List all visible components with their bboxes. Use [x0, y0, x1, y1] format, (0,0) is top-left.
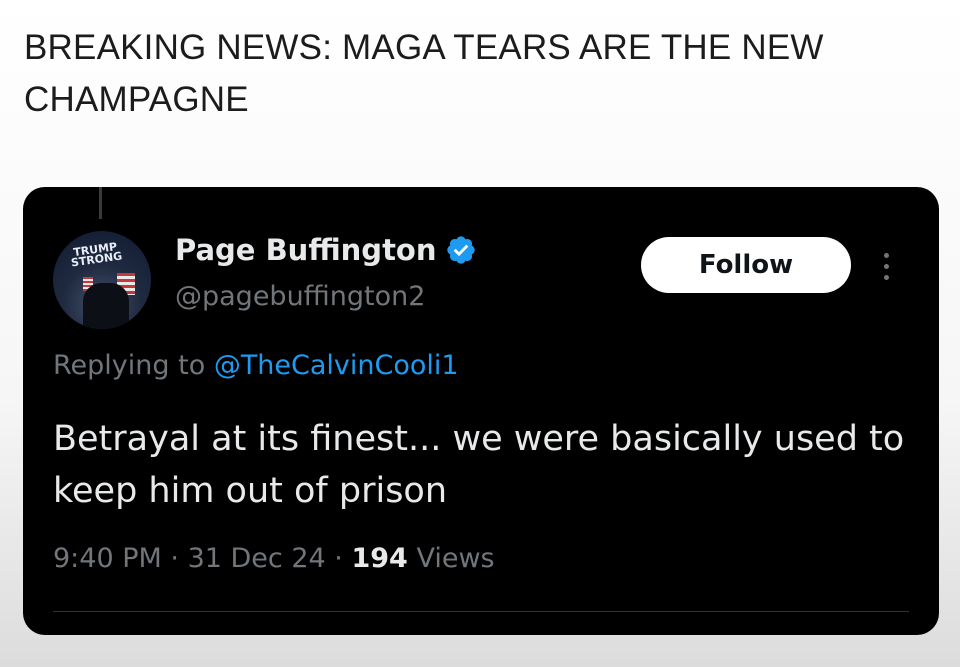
verified-badge-icon	[446, 236, 475, 264]
tweet-card: TRUMP STRONG Page Buffington @pagebuffin…	[23, 187, 939, 635]
replying-to-prefix: Replying to	[53, 350, 206, 381]
tweet-date[interactable]: 31 Dec 24	[188, 543, 326, 574]
views-count: 194	[351, 543, 408, 574]
meta-separator: ·	[170, 543, 179, 574]
thread-connector-line	[99, 187, 102, 219]
tweet-body: Betrayal at its finest... we were basica…	[53, 419, 905, 511]
more-options-icon[interactable]	[881, 253, 891, 283]
views-label: Views	[416, 543, 495, 574]
avatar-figure	[83, 283, 129, 329]
tweet-metadata: 9:40 PM · 31 Dec 24 · 194 Views	[53, 543, 495, 574]
tweet-time[interactable]: 9:40 PM	[53, 543, 162, 574]
follow-button[interactable]: Follow	[641, 237, 851, 293]
display-name[interactable]: Page Buffington	[175, 233, 437, 267]
avatar-badge-text: TRUMP STRONG	[70, 240, 124, 270]
meta-separator: ·	[334, 543, 343, 574]
meme-headline: BREAKING NEWS: MAGA TEARS ARE THE NEW CH…	[24, 28, 824, 119]
author-name-row: Page Buffington	[175, 233, 477, 267]
profile-avatar[interactable]: TRUMP STRONG	[53, 231, 151, 329]
user-handle[interactable]: @pagebuffington2	[175, 281, 425, 312]
divider	[53, 611, 909, 612]
replying-to-link[interactable]: @TheCalvinCooli1	[214, 350, 459, 381]
replying-to-row: Replying to @TheCalvinCooli1	[53, 350, 459, 381]
